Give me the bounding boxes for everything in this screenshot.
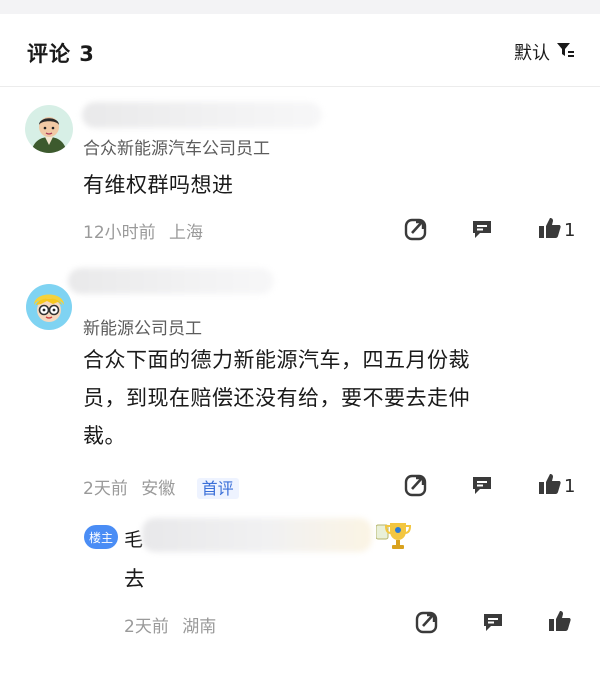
comments-title: 评论 3 <box>27 42 95 66</box>
comment-time: 12小时前 <box>83 223 156 243</box>
reply-author-blurred[interactable] <box>142 518 372 552</box>
thumbs-up-icon <box>538 216 562 244</box>
comment-icon <box>470 217 494 245</box>
comment-text-line: 员，到现在赔偿还没有给，要不要去走仲 <box>83 386 470 410</box>
like-button[interactable]: 1 <box>538 472 575 500</box>
comment-icon <box>470 473 494 501</box>
first-comment-badge: 首评 <box>196 478 239 499</box>
owner-badge: 楼主 <box>84 525 118 549</box>
comment-text-line: 合众下面的德力新能源汽车，四五月份裁 <box>83 348 470 372</box>
avatar[interactable] <box>25 105 73 153</box>
avatar[interactable] <box>25 283 73 331</box>
author-name-blurred[interactable] <box>68 268 274 294</box>
share-icon <box>415 610 439 638</box>
share-icon <box>404 473 428 501</box>
top-strip <box>0 0 600 14</box>
reply-location: 湖南 <box>182 617 217 637</box>
like-button[interactable]: 1 <box>538 216 575 244</box>
reply-text: 去 <box>124 567 146 591</box>
author-name-blurred[interactable] <box>82 102 322 128</box>
like-count: 1 <box>564 475 576 497</box>
comment-location: 安徽 <box>141 479 176 499</box>
comment-text-line: 裁。 <box>83 424 126 448</box>
share-button[interactable] <box>404 473 428 501</box>
sort-label: 默认 <box>514 43 550 64</box>
like-count: 1 <box>564 219 576 241</box>
header-divider <box>0 86 600 87</box>
reply-meta: 2天前 湖南 <box>124 612 224 637</box>
share-icon <box>404 217 428 245</box>
author-tag: 新能源公司员工 <box>83 319 202 339</box>
comment-meta: 2天前 安徽 首评 <box>83 474 247 499</box>
comment-time: 2天前 <box>83 479 128 499</box>
reply-time: 2天前 <box>124 617 169 637</box>
like-button[interactable] <box>548 609 572 637</box>
comment-icon <box>481 610 505 638</box>
share-button[interactable] <box>404 217 428 245</box>
thumbs-up-icon <box>548 609 572 637</box>
filter-icon <box>556 41 574 63</box>
comment-text: 有维权群吗想进 <box>83 173 234 197</box>
trophy-icon <box>375 519 412 555</box>
reply-author-prefix[interactable]: 毛 <box>124 525 143 552</box>
sort-button[interactable]: 默认 <box>514 39 574 65</box>
comment-location: 上海 <box>169 223 204 243</box>
reply-button[interactable] <box>470 217 494 245</box>
reply-button[interactable] <box>470 473 494 501</box>
comments-header: 评论 3 默认 <box>0 14 600 86</box>
thumbs-up-icon <box>538 472 562 500</box>
share-button[interactable] <box>415 610 439 638</box>
comment-text: 合众下面的德力新能源汽车，四五月份裁 员，到现在赔偿还没有给，要不要去走仲 裁。 <box>83 341 470 455</box>
comment-meta: 12小时前 上海 <box>83 218 211 243</box>
author-tag: 合众新能源汽车公司员工 <box>83 139 270 159</box>
reply-button[interactable] <box>481 610 505 638</box>
